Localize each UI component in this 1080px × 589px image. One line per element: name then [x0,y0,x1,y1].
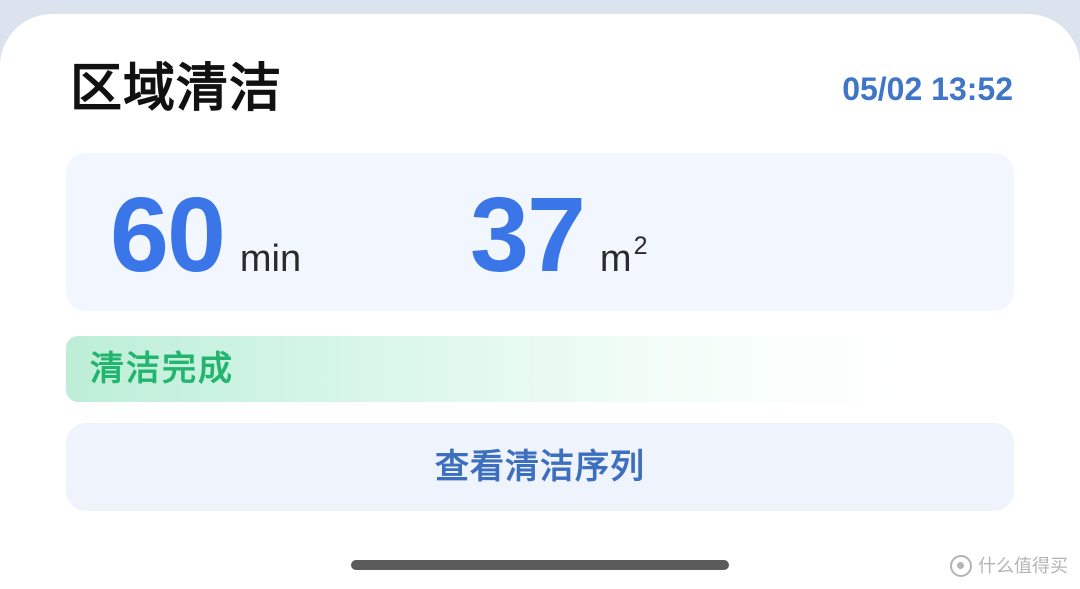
duration-unit: min [239,238,302,280]
cleaning-result-sheet: 区域清洁 05/02 13:52 60 min 37 m2 清洁完成 查看清洁序… [0,14,1080,589]
watermark: 什么值得买 [950,554,1068,578]
duration-value: 60 [110,176,226,294]
area-unit-base: m [599,238,632,280]
duration-stat: 60 min [110,179,301,291]
area-value: 37 [470,176,586,294]
status-label: 清洁完成 [90,350,234,388]
page-title: 区域清洁 [70,60,283,118]
brand-mark-icon [950,555,972,577]
area-unit: m2 [600,224,648,281]
area-stat: 37 m2 [470,179,647,291]
view-cleaning-sequence-button[interactable]: 查看清洁序列 [66,423,1014,511]
home-indicator[interactable] [351,560,729,570]
cleaning-timestamp: 05/02 13:52 [842,71,1013,107]
status-banner: 清洁完成 [66,336,986,402]
area-unit-superscript: 2 [633,232,648,260]
stats-card: 60 min 37 m2 [66,153,1014,311]
watermark-text: 什么值得买 [978,556,1068,576]
view-cleaning-sequence-label: 查看清洁序列 [435,448,645,486]
